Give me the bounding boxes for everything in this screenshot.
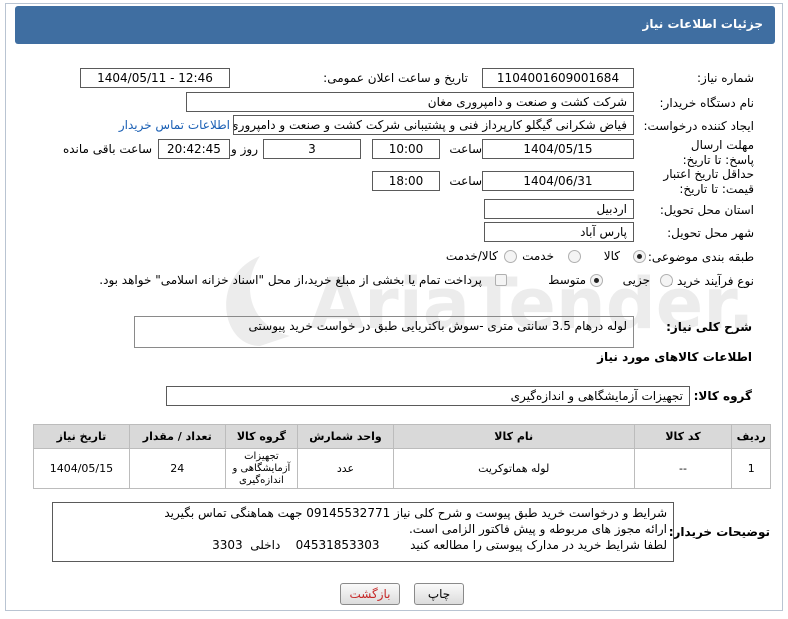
cell-unit: عدد <box>297 448 394 489</box>
process-label: نوع فرآیند خرید : <box>669 274 754 288</box>
category-option-both: کالا/خدمت <box>445 249 498 263</box>
category-option-goods: کالا <box>603 249 620 263</box>
col-code: کد کالا <box>633 424 733 449</box>
category-label: طبقه بندی موضوعی: <box>647 250 754 264</box>
process-radio-medium[interactable] <box>590 274 603 287</box>
goods-group-label: گروه کالا: <box>693 389 752 403</box>
buyer-notes-label: توضیحات خریدار: <box>668 525 770 539</box>
items-table: ردیف کد کالا نام کالا واحد شمارش گروه کا… <box>33 424 771 489</box>
buyer-org-label: نام دستگاه خریدار: <box>659 96 755 110</box>
process-option-minor: جزیی <box>622 273 650 287</box>
category-radio-goods[interactable] <box>633 250 646 263</box>
deadline-date-field: 1404/05/15 <box>482 139 634 159</box>
cell-row: 1 <box>731 448 771 489</box>
cell-date: 1404/05/15 <box>33 448 130 489</box>
col-unit: واحد شمارش <box>297 424 394 449</box>
col-row: ردیف <box>731 424 771 449</box>
buyer-org-field: شرکت کشت و صنعت و دامپروری مغان <box>186 92 634 112</box>
goods-section-title: اطلاعات کالاهای مورد نیاز <box>597 350 752 364</box>
category-radio-service[interactable] <box>568 250 581 263</box>
buyer-notes-line-3: لطفا شرایط خرید در مدارک پیوستی را مطالع… <box>212 538 667 552</box>
deadline-label: مهلت ارسال پاسخ: تا تاریخ: <box>682 138 754 167</box>
announce-field: 1404/05/11 - 12:46 <box>80 68 230 88</box>
deadline-days-label: روز و <box>231 142 258 156</box>
deadline-time-label: ساعت <box>449 142 482 156</box>
page-title: جزئیات اطلاعات نیاز <box>642 17 763 31</box>
process-option-medium: متوسط <box>548 273 586 287</box>
cell-group: تجهیزات آزمایشگاهی و اندازه‌گیری <box>224 448 299 489</box>
col-name: نام کالا <box>392 424 635 449</box>
summary-field: لوله درهام 3.5 سانتی متری -سوش باکتریایی… <box>134 316 634 348</box>
col-date: تاریخ نیاز <box>33 424 130 449</box>
goods-group-field: تجهیزات آزمایشگاهی و اندازه‌گیری <box>166 386 690 406</box>
category-radio-both[interactable] <box>504 250 517 263</box>
announce-label: تاریخ و ساعت اعلان عمومی: <box>323 71 468 85</box>
cell-qty: 24 <box>128 448 226 489</box>
remaining-time-label: ساعت باقی مانده <box>62 142 152 156</box>
cell-code: -- <box>633 448 733 489</box>
province-field: اردبیل <box>484 199 634 219</box>
back-button[interactable]: بازگشت <box>340 583 400 605</box>
city-label: شهر محل تحویل: <box>667 226 754 240</box>
header-bar: جزئیات اطلاعات نیاز <box>15 6 775 44</box>
buyer-notes-line-1: شرایط و درخواست خرید طبق پیوست و شرح کلی… <box>164 506 667 520</box>
buyer-contact-link[interactable]: اطلاعات تماس خریدار <box>119 118 230 132</box>
process-radio-minor[interactable] <box>660 274 673 287</box>
cell-name: لوله هماتوکریت <box>392 448 635 489</box>
col-qty: تعداد / مقدار <box>128 424 226 449</box>
category-option-service: خدمت <box>522 249 554 263</box>
creator-field: فیاض شکرانی گیگلو کارپرداز فنی و پشتیبان… <box>233 115 634 135</box>
buyer-notes-line-2: ارائه مجوز های مربوطه و پیش فاکتور الزام… <box>408 522 667 536</box>
price-validity-time-field: 18:00 <box>372 171 440 191</box>
city-field: پارس آباد <box>484 222 634 242</box>
province-label: استان محل تحویل: <box>659 203 754 217</box>
deadline-time-field: 10:00 <box>372 139 440 159</box>
treasury-payment-note: پرداخت تمام یا بخشی از مبلغ خرید،از محل … <box>99 273 482 287</box>
creator-label: ایجاد کننده درخواست: <box>643 119 754 133</box>
price-validity-date-field: 1404/06/31 <box>482 171 634 191</box>
table-row: 1 -- لوله هماتوکریت عدد تجهیزات آزمایشگا… <box>33 448 771 489</box>
need-number-label: شماره نیاز: <box>697 71 754 85</box>
price-validity-time-label: ساعت <box>449 174 482 188</box>
print-button[interactable]: چاپ <box>414 583 464 605</box>
table-header-row: ردیف کد کالا نام کالا واحد شمارش گروه کا… <box>33 424 771 449</box>
summary-label: شرح کلی نیاز: <box>666 320 752 334</box>
need-number-field: 1104001609001684 <box>482 68 634 88</box>
remaining-time-field: 20:42:45 <box>158 139 230 159</box>
col-group: گروه کالا <box>224 424 299 449</box>
price-validity-label: حداقل تاریخ اعتبار قیمت: تا تاریخ: <box>663 167 754 196</box>
deadline-days-field: 3 <box>263 139 361 159</box>
treasury-payment-checkbox[interactable] <box>495 274 507 286</box>
buyer-notes-box: شرایط و درخواست خرید طبق پیوست و شرح کلی… <box>52 502 674 562</box>
